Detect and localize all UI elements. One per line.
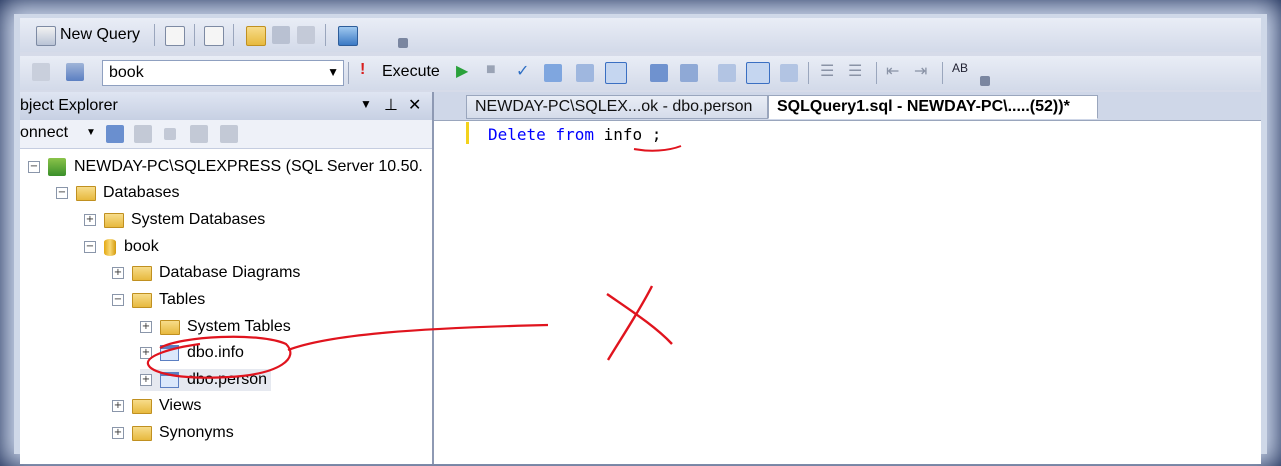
cross-mark-annotation: [606, 285, 654, 361]
connector-line-annotation: [287, 323, 549, 352]
cross-mark-annotation: [606, 293, 673, 345]
circle-annotation: [146, 335, 292, 379]
red-annotation-overlay: [146, 145, 682, 379]
underline-annotation: [633, 145, 682, 152]
